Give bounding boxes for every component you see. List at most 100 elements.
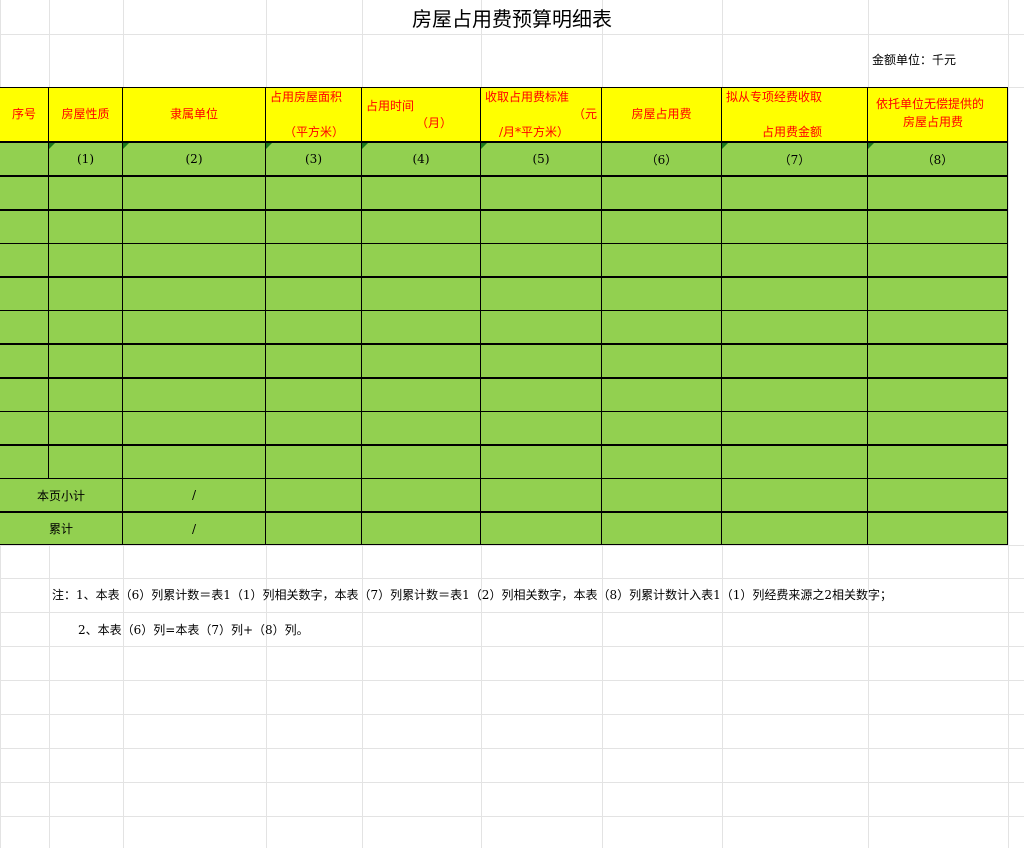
- table-cell[interactable]: [0, 378, 49, 412]
- table-cell[interactable]: [480, 411, 602, 445]
- table-cell[interactable]: [265, 445, 362, 479]
- table-cell[interactable]: [721, 310, 868, 344]
- table-cell[interactable]: [48, 243, 123, 277]
- table-cell[interactable]: [480, 445, 602, 479]
- table-cell[interactable]: [361, 445, 481, 479]
- table-cell[interactable]: [480, 344, 602, 378]
- colnum-4[interactable]: (4): [361, 142, 481, 176]
- table-cell[interactable]: [601, 210, 722, 244]
- cumulative-unit-cell[interactable]: /: [122, 512, 266, 545]
- table-cell[interactable]: [867, 344, 1008, 378]
- table-cell[interactable]: [480, 378, 602, 412]
- subtotal-unit-cell[interactable]: /: [122, 478, 266, 512]
- table-cell[interactable]: [122, 243, 266, 277]
- table-cell[interactable]: [0, 277, 49, 311]
- table-cell[interactable]: [480, 176, 602, 210]
- table-cell[interactable]: [480, 310, 602, 344]
- table-cell[interactable]: [122, 210, 266, 244]
- table-cell[interactable]: [867, 176, 1008, 210]
- table-cell[interactable]: [361, 210, 481, 244]
- table-cell[interactable]: [721, 344, 868, 378]
- header-seq[interactable]: 序号: [0, 87, 49, 142]
- table-cell[interactable]: [0, 243, 49, 277]
- table-cell[interactable]: [601, 344, 722, 378]
- table-cell[interactable]: [0, 310, 49, 344]
- table-cell[interactable]: [361, 411, 481, 445]
- colnum-7[interactable]: （7）: [721, 142, 868, 176]
- subtotal-cell[interactable]: [480, 478, 602, 512]
- table-cell[interactable]: [48, 176, 123, 210]
- table-cell[interactable]: [0, 445, 49, 479]
- subtotal-cell[interactable]: [721, 478, 868, 512]
- table-cell[interactable]: [122, 445, 266, 479]
- table-cell[interactable]: [265, 344, 362, 378]
- table-cell[interactable]: [721, 243, 868, 277]
- table-cell[interactable]: [48, 277, 123, 311]
- table-cell[interactable]: [0, 344, 49, 378]
- header-special-fund[interactable]: 拟从专项经费收取 占用费金额: [721, 87, 868, 142]
- table-cell[interactable]: [867, 210, 1008, 244]
- colnum-8[interactable]: （8）: [867, 142, 1008, 176]
- table-cell[interactable]: [265, 378, 362, 412]
- subtotal-cell[interactable]: [601, 478, 722, 512]
- colnum-5[interactable]: (5): [480, 142, 602, 176]
- table-cell[interactable]: [867, 277, 1008, 311]
- cumulative-label-cell[interactable]: 累计: [0, 512, 123, 545]
- table-cell[interactable]: [721, 176, 868, 210]
- cumulative-cell[interactable]: [721, 512, 868, 545]
- table-cell[interactable]: [48, 210, 123, 244]
- table-cell[interactable]: [721, 445, 868, 479]
- table-cell[interactable]: [361, 310, 481, 344]
- table-cell[interactable]: [265, 243, 362, 277]
- table-cell[interactable]: [265, 277, 362, 311]
- colnum-6[interactable]: （6）: [601, 142, 722, 176]
- table-cell[interactable]: [867, 445, 1008, 479]
- header-time[interactable]: 占用时间 （月）: [361, 87, 481, 142]
- header-standard[interactable]: 收取占用费标准 （元 /月*平方米）: [480, 87, 602, 142]
- table-cell[interactable]: [480, 277, 602, 311]
- table-cell[interactable]: [721, 378, 868, 412]
- colnum-1[interactable]: (1): [48, 142, 123, 176]
- table-cell[interactable]: [867, 411, 1008, 445]
- table-cell[interactable]: [48, 445, 123, 479]
- table-cell[interactable]: [122, 378, 266, 412]
- cumulative-cell[interactable]: [867, 512, 1008, 545]
- table-cell[interactable]: [265, 210, 362, 244]
- table-cell[interactable]: [601, 378, 722, 412]
- table-cell[interactable]: [265, 411, 362, 445]
- header-area[interactable]: 占用房屋面积 （平方米）: [265, 87, 362, 142]
- table-cell[interactable]: [361, 378, 481, 412]
- cumulative-cell[interactable]: [480, 512, 602, 545]
- subtotal-label-cell[interactable]: 本页小计: [0, 478, 123, 512]
- colnum-2[interactable]: (2): [122, 142, 266, 176]
- table-cell[interactable]: [48, 344, 123, 378]
- table-cell[interactable]: [480, 243, 602, 277]
- subtotal-cell[interactable]: [265, 478, 362, 512]
- colnum-3[interactable]: (3): [265, 142, 362, 176]
- table-cell[interactable]: [48, 310, 123, 344]
- table-cell[interactable]: [265, 310, 362, 344]
- table-cell[interactable]: [265, 176, 362, 210]
- table-cell[interactable]: [122, 310, 266, 344]
- header-nature[interactable]: 房屋性质: [48, 87, 123, 142]
- table-cell[interactable]: [361, 344, 481, 378]
- table-cell[interactable]: [867, 310, 1008, 344]
- table-cell[interactable]: [122, 411, 266, 445]
- table-cell[interactable]: [0, 210, 49, 244]
- table-cell[interactable]: [867, 243, 1008, 277]
- table-cell[interactable]: [480, 210, 602, 244]
- table-cell[interactable]: [0, 176, 49, 210]
- table-cell[interactable]: [48, 411, 123, 445]
- table-cell[interactable]: [601, 277, 722, 311]
- table-cell[interactable]: [361, 176, 481, 210]
- table-cell[interactable]: [601, 310, 722, 344]
- header-fee[interactable]: 房屋占用费: [601, 87, 722, 142]
- table-cell[interactable]: [601, 176, 722, 210]
- table-cell[interactable]: [721, 277, 868, 311]
- table-cell[interactable]: [122, 176, 266, 210]
- table-cell[interactable]: [122, 277, 266, 311]
- header-free-provided[interactable]: 依托单位无偿提供的 房屋占用费: [867, 87, 1008, 142]
- cumulative-cell[interactable]: [601, 512, 722, 545]
- cumulative-cell[interactable]: [265, 512, 362, 545]
- table-cell[interactable]: [601, 445, 722, 479]
